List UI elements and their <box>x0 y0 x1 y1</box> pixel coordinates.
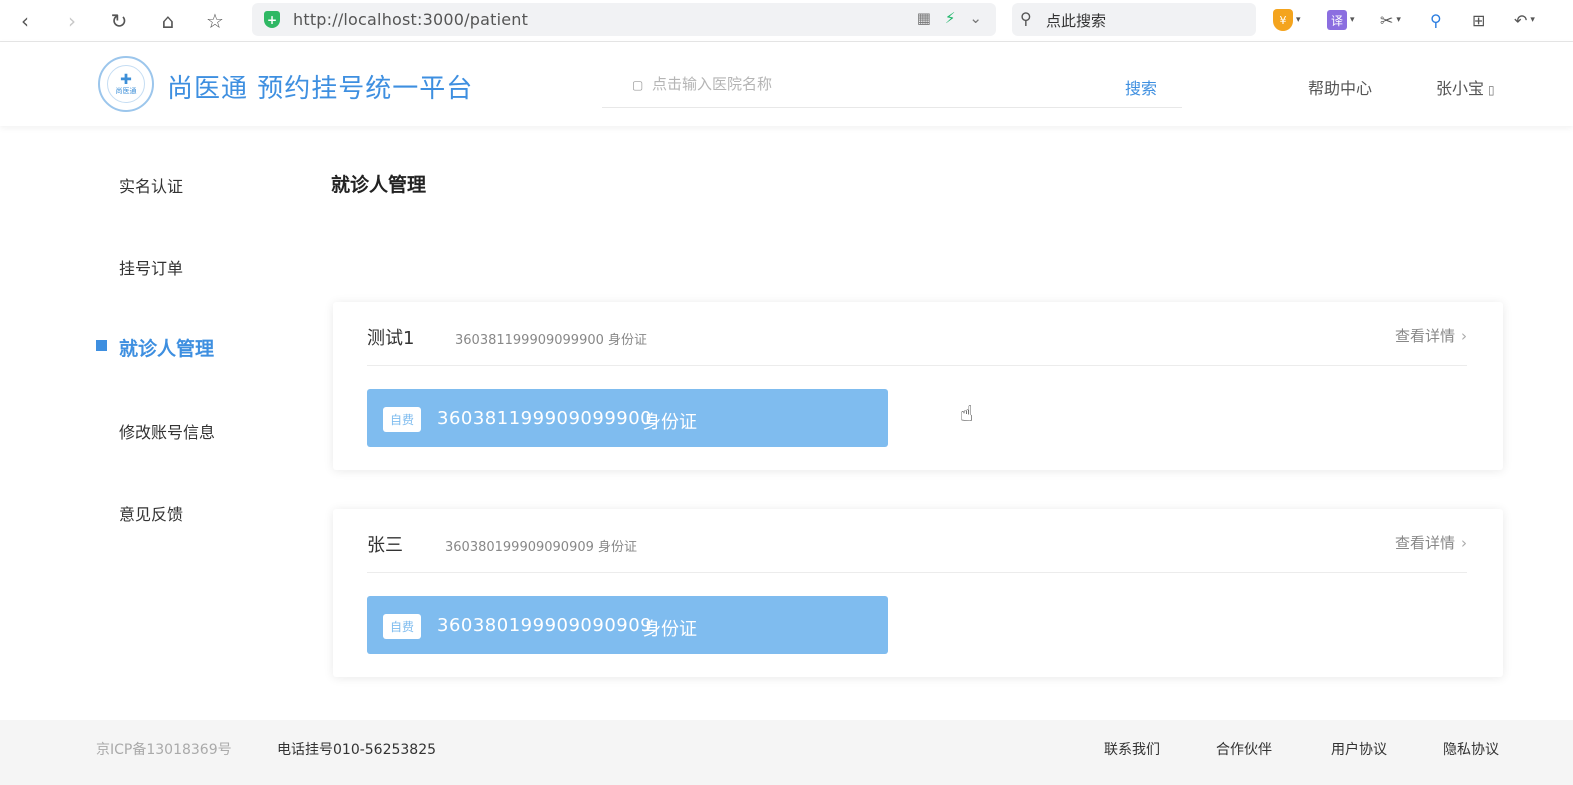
undo-button[interactable]: ↶ ▾ <box>1514 7 1535 33</box>
self-pay-tag: 自费 <box>383 407 421 432</box>
grid-icon: ⊞ <box>1472 10 1486 30</box>
reload-icon: ↻ <box>110 9 128 33</box>
forward-button[interactable]: › <box>57 6 87 36</box>
star-icon: ☆ <box>206 9 224 33</box>
patient-name: 张三 <box>367 535 403 556</box>
bolt-icon[interactable]: ⚡ <box>945 9 956 27</box>
caret-down-icon: ▾ <box>1530 15 1535 25</box>
id-type: 身份证 <box>643 619 697 640</box>
translate-icon: 译 <box>1327 10 1347 30</box>
dropdown-box-icon: ▯ <box>1488 83 1495 97</box>
logo-label: 尚医通 <box>115 86 137 95</box>
patient-card: 张三 360380199909090909 身份证 查看详情 › 自费 36038… <box>333 509 1503 677</box>
user-menu[interactable]: 张小宝 ▯ <box>1436 75 1495 99</box>
caret-down-icon: ▾ <box>1396 15 1401 25</box>
site-header: ✚ 尚医通 尚医通 预约挂号统一平台 ▢ 搜索 帮助中心 张小宝▯ <box>0 42 1573 126</box>
self-pay-tag: 自费 <box>383 614 421 639</box>
partners-link[interactable]: 合作伙伴 <box>1216 739 1272 759</box>
phone-booking: 电话挂号010-56253825 <box>277 742 437 758</box>
undo-icon: ↶ <box>1514 10 1528 30</box>
patient-name: 测试1 <box>367 328 415 349</box>
caret-down-icon: ▾ <box>1350 15 1355 25</box>
chevron-right-icon: › <box>1461 327 1467 345</box>
find-button[interactable]: ⚲ <box>1430 7 1442 33</box>
site-footer: 京ICP备13018369号 电话挂号010-56253825 联系我们 合作伙… <box>0 720 1573 785</box>
shield-extension-button[interactable]: ¥ ▾ <box>1273 7 1301 33</box>
search-button[interactable]: 搜索 <box>1125 75 1157 99</box>
bookmark-button[interactable]: ☆ <box>200 6 230 36</box>
caret-down-icon: ▾ <box>1296 15 1301 25</box>
address-bar[interactable]: + http://localhost:3000/patient ▦ ⚡ ⌄ <box>252 3 996 36</box>
chevron-down-icon[interactable]: ⌄ <box>969 9 982 27</box>
page-title: 就诊人管理 <box>331 174 427 196</box>
medical-cross-icon: ✚ <box>120 71 132 88</box>
hospital-search: ▢ 搜索 <box>602 66 1182 108</box>
sidebar-item-patients[interactable]: 就诊人管理 <box>119 334 214 361</box>
browser-toolbar: ‹ › ↻ ⌂ ☆ + http://localhost:3000/patien… <box>0 0 1573 42</box>
screenshot-button[interactable]: ✂ ▾ <box>1380 7 1401 33</box>
id-number: 360380199909090909 <box>437 615 653 636</box>
home-icon: ⌂ <box>161 9 175 33</box>
patient-id-line: 360380199909090909 身份证 <box>445 540 638 555</box>
view-details-link[interactable]: 查看详情 › <box>1395 532 1467 553</box>
url-text[interactable]: http://localhost:3000/patient <box>293 10 528 29</box>
help-center-link[interactable]: 帮助中心 <box>1308 75 1372 99</box>
patient-id-line: 360381199909099900 身份证 <box>455 333 648 348</box>
coin-shield-icon: ¥ <box>1273 9 1293 31</box>
user-name: 张小宝 <box>1436 79 1485 98</box>
qr-code-icon[interactable]: ▦ <box>917 9 931 27</box>
apps-button[interactable]: ⊞ <box>1472 7 1485 33</box>
sidebar-item-orders[interactable]: 挂号订单 <box>119 255 183 279</box>
user-agreement-link[interactable]: 用户协议 <box>1331 739 1387 759</box>
icp-record: 京ICP备13018369号 <box>96 742 232 758</box>
divider <box>367 572 1467 573</box>
hand-cursor-icon: ☝ <box>960 402 974 427</box>
magnifier-icon: ⚲ <box>1430 10 1442 30</box>
contact-us-link[interactable]: 联系我们 <box>1104 739 1160 759</box>
security-shield-icon: + <box>264 11 280 28</box>
back-button[interactable]: ‹ <box>10 6 40 36</box>
translate-extension-button[interactable]: 译 ▾ <box>1327 7 1355 33</box>
site-logo[interactable]: ✚ 尚医通 <box>98 56 154 112</box>
active-indicator <box>96 340 107 351</box>
search-icon: ⚲ <box>1020 9 1032 28</box>
id-card-box: 自费 360381199909099900 身份证 <box>367 389 888 447</box>
chevron-left-icon: ‹ <box>21 9 29 33</box>
sidebar-item-feedback[interactable]: 意见反馈 <box>119 501 183 525</box>
browser-search-placeholder: 点此搜索 <box>1046 12 1107 30</box>
chevron-right-icon: › <box>1461 534 1467 552</box>
privacy-policy-link[interactable]: 隐私协议 <box>1443 739 1499 759</box>
patient-card: 测试1 360381199909099900 身份证 查看详情 › 自费 3603… <box>333 302 1503 470</box>
browser-search-box[interactable]: ⚲ 点此搜索 <box>1012 3 1256 36</box>
search-box-icon: ▢ <box>632 78 644 92</box>
reload-button[interactable]: ↻ <box>104 6 134 36</box>
id-number: 360381199909099900 <box>437 408 653 429</box>
id-type: 身份证 <box>643 412 697 433</box>
divider <box>367 365 1467 366</box>
brand-title[interactable]: 尚医通 预约挂号统一平台 <box>167 68 473 105</box>
id-card-box: 自费 360380199909090909 身份证 <box>367 596 888 654</box>
view-details-link[interactable]: 查看详情 › <box>1395 325 1467 346</box>
chevron-right-icon: › <box>68 9 76 33</box>
sidebar-item-account-info[interactable]: 修改账号信息 <box>119 419 215 443</box>
hospital-search-input[interactable] <box>652 72 1072 96</box>
scissors-icon: ✂ <box>1380 10 1394 30</box>
home-button[interactable]: ⌂ <box>153 6 183 36</box>
sidebar-item-real-name-auth[interactable]: 实名认证 <box>119 173 183 197</box>
